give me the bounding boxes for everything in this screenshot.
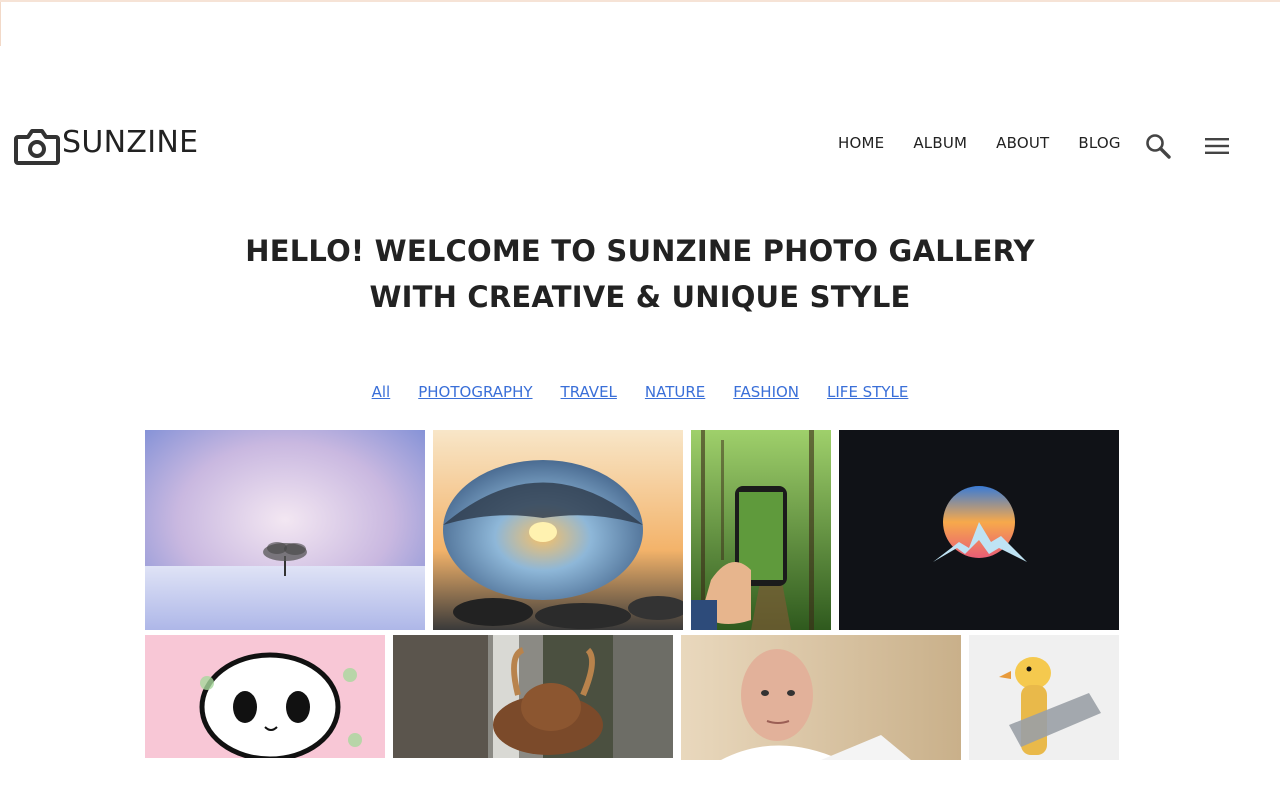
filter-all[interactable]: All: [372, 382, 391, 402]
hero-line-1: HELLO! WELCOME TO SUNZINE PHOTO GALLERY: [245, 234, 1035, 268]
camera-icon: [14, 129, 60, 165]
hero-heading: HELLO! WELCOME TO SUNZINE PHOTO GALLERY …: [0, 228, 1280, 320]
gallery-photo-duckling[interactable]: [969, 635, 1119, 760]
gallery-photo-cartoon-panda[interactable]: [145, 635, 385, 758]
left-divider: [0, 2, 1, 46]
gallery-photo-bronze-bull[interactable]: [393, 635, 673, 758]
gallery-photo-portrait-man[interactable]: [681, 635, 961, 760]
nav-album[interactable]: ALBUM: [913, 134, 967, 152]
search-icon[interactable]: [1144, 132, 1172, 160]
nav-about[interactable]: ABOUT: [996, 134, 1049, 152]
top-divider: [0, 0, 1280, 2]
site-logo[interactable]: SUNZINE: [14, 124, 198, 168]
filter-nature[interactable]: NATURE: [645, 382, 705, 402]
hero-line-2: WITH CREATIVE & UNIQUE STYLE: [369, 280, 911, 314]
filter-travel[interactable]: TRAVEL: [561, 382, 617, 402]
brand-name: SUNZINE: [62, 124, 199, 160]
nav-blog[interactable]: BLOG: [1078, 134, 1120, 152]
site-header: SUNZINE HOME ALBUM ABOUT BLOG: [0, 110, 1280, 180]
category-filters: All PHOTOGRAPHY TRAVEL NATURE FASHION LI…: [0, 382, 1280, 402]
gallery-photo-glass-ball-sunset[interactable]: [433, 430, 683, 630]
nav-home[interactable]: HOME: [838, 134, 884, 152]
gallery-photo-snow-tree[interactable]: [145, 430, 425, 630]
filter-photography[interactable]: PHOTOGRAPHY: [418, 382, 532, 402]
gallery-photo-mountain-logo[interactable]: [839, 430, 1119, 630]
hamburger-menu-icon[interactable]: [1204, 136, 1230, 156]
gallery-photo-forest-phone[interactable]: [691, 430, 831, 630]
filter-fashion[interactable]: FASHION: [733, 382, 799, 402]
main-nav: HOME ALBUM ABOUT BLOG: [838, 134, 1150, 152]
filter-life-style[interactable]: LIFE STYLE: [827, 382, 908, 402]
